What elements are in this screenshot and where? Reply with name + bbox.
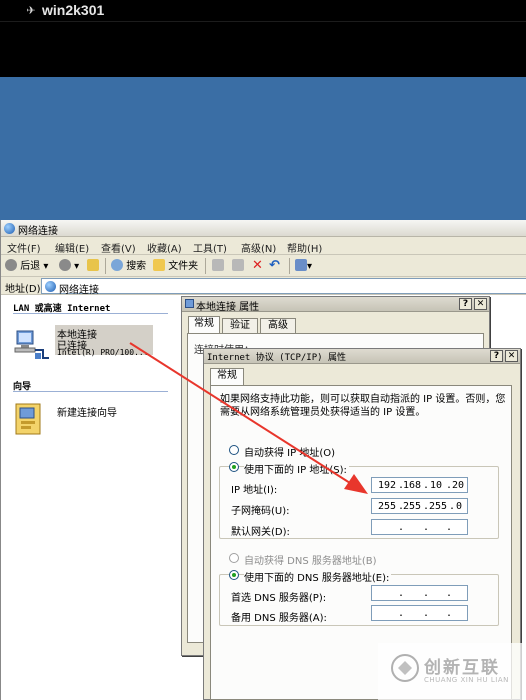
manual-dns-radio[interactable] xyxy=(229,570,239,580)
group-divider xyxy=(13,313,168,314)
session-title: win2k301 xyxy=(42,2,105,18)
preferred-dns-label: 首选 DNS 服务器(P): xyxy=(231,593,327,604)
auto-dns-label: 自动获得 DNS 服务器地址(B) xyxy=(244,552,379,567)
tab-general[interactable]: 常规 xyxy=(188,316,220,333)
properties-title: 本地连接 属性 xyxy=(196,302,260,313)
alternate-dns-field[interactable]: ... xyxy=(371,605,468,621)
close-icon[interactable]: ✕ xyxy=(505,350,518,362)
move-to-icon xyxy=(212,259,224,271)
back-arrow-icon xyxy=(5,259,17,271)
pin-icon[interactable]: ✈ xyxy=(24,4,38,18)
search-icon xyxy=(111,259,123,271)
network-globe-icon xyxy=(4,223,15,234)
help-button[interactable]: ? xyxy=(490,350,503,362)
network-globe-icon xyxy=(45,281,56,292)
auto-dns-radio[interactable] xyxy=(229,553,239,563)
ip-address-field[interactable]: 192 . 168 . 10 . 20 xyxy=(371,477,468,493)
toolbar-separator xyxy=(205,258,206,274)
group-divider xyxy=(13,391,168,392)
network-connection-icon xyxy=(14,330,49,359)
toolbar-separator xyxy=(105,258,106,274)
up-folder-button[interactable] xyxy=(87,259,99,273)
delete-x-icon: ✕ xyxy=(252,258,263,273)
menu-favorites[interactable]: 收藏(A) xyxy=(147,240,182,255)
folder-icon xyxy=(153,259,165,271)
folders-button[interactable]: 文件夹 xyxy=(153,259,198,273)
undo-button[interactable]: ↶ xyxy=(269,259,280,273)
connection-device: Intel(R) PRO/100... xyxy=(57,348,149,357)
manual-ip-label: 使用下面的 IP 地址(S): xyxy=(244,461,349,476)
explorer-title: 网络连接 xyxy=(18,226,58,237)
desktop-background xyxy=(0,77,526,220)
network-adapter-icon xyxy=(185,299,194,308)
watermark-cn: 创新互联 xyxy=(424,658,500,678)
explorer-title-bar: 网络连接 xyxy=(1,220,526,237)
auto-ip-label: 自动获得 IP 地址(O) xyxy=(244,444,338,459)
watermark: 创新互联 CHUANG XIN HU LIAN xyxy=(378,643,526,700)
menu-tools[interactable]: 工具(T) xyxy=(193,240,227,255)
forward-button[interactable]: ▾ xyxy=(59,259,79,273)
tcpip-title-bar: Internet 协议 (TCP/IP) 属性 ? ✕ xyxy=(204,349,520,364)
address-value: 网络连接 xyxy=(59,285,99,296)
default-gateway-label: 默认网关(D): xyxy=(231,527,290,538)
auto-ip-radio[interactable] xyxy=(229,445,239,455)
up-folder-icon xyxy=(87,259,99,271)
menu-advanced[interactable]: 高级(N) xyxy=(241,240,276,255)
copy-to-icon xyxy=(232,259,244,271)
watermark-en: CHUANG XIN HU LIAN xyxy=(424,676,509,684)
preferred-dns-field[interactable]: ... xyxy=(371,585,468,601)
default-gateway-field[interactable]: ... xyxy=(371,519,468,535)
alternate-dns-label: 备用 DNS 服务器(A): xyxy=(231,613,327,624)
toolbar-separator xyxy=(289,258,290,274)
tab-general[interactable]: 常规 xyxy=(210,368,244,385)
menu-view[interactable]: 查看(V) xyxy=(101,240,136,255)
copy-to-button[interactable] xyxy=(232,259,244,273)
wizard-name: 新建连接向导 xyxy=(57,408,117,419)
remote-session-bar: ✈ win2k301 xyxy=(0,0,526,22)
tab-authentication[interactable]: 验证 xyxy=(222,318,258,333)
views-grid-icon xyxy=(295,259,307,271)
watermark-logo-icon xyxy=(391,654,419,682)
search-button[interactable]: 搜索 xyxy=(111,259,146,273)
session-black-area xyxy=(0,22,526,77)
menu-file[interactable]: 文件(F) xyxy=(7,240,41,255)
menu-help[interactable]: 帮助(H) xyxy=(287,240,322,255)
back-button[interactable]: 后退 ▾ xyxy=(5,259,48,273)
address-field[interactable]: 网络连接 xyxy=(41,278,526,296)
subnet-mask-label: 子网掩码(U): xyxy=(231,506,290,517)
views-button[interactable]: ▾ xyxy=(295,259,312,273)
address-bar: 地址(D) 网络连接 xyxy=(1,277,526,296)
wizard-icon xyxy=(15,403,41,435)
forward-arrow-icon xyxy=(59,259,71,271)
ip-address-label: IP 地址(I): xyxy=(231,485,278,496)
local-area-connection-item[interactable]: 本地连接 已连接 Intel(R) PRO/100... xyxy=(11,325,153,367)
manual-ip-radio[interactable] xyxy=(229,462,239,472)
menu-bar: 文件(F) 编辑(E) 查看(V) 收藏(A) 工具(T) 高级(N) 帮助(H… xyxy=(1,237,526,255)
subnet-mask-field[interactable]: 255 . 255 . 255 . 0 xyxy=(371,498,468,514)
tcpip-info-text: 如果网络支持此功能，则可以获取自动指派的 IP 设置。否则，您需要从网络系统管理… xyxy=(220,394,506,418)
help-button[interactable]: ? xyxy=(459,298,472,310)
tcpip-title: Internet 协议 (TCP/IP) 属性 xyxy=(207,353,346,363)
address-label: 地址(D) xyxy=(5,284,41,295)
manual-dns-label: 使用下面的 DNS 服务器地址(E): xyxy=(244,569,392,584)
tab-advanced[interactable]: 高级 xyxy=(260,318,296,333)
move-to-button[interactable] xyxy=(212,259,224,273)
toolbar: 后退 ▾ ▾ 搜索 文件夹 ✕ ↶ ▾ xyxy=(1,255,526,277)
close-icon[interactable]: ✕ xyxy=(474,298,487,310)
undo-icon: ↶ xyxy=(269,258,280,273)
new-connection-wizard-item[interactable]: 新建连接向导 xyxy=(11,400,151,442)
properties-title-bar: 本地连接 属性 ? ✕ xyxy=(182,297,489,313)
delete-button[interactable]: ✕ xyxy=(252,259,263,273)
menu-edit[interactable]: 编辑(E) xyxy=(55,240,89,255)
